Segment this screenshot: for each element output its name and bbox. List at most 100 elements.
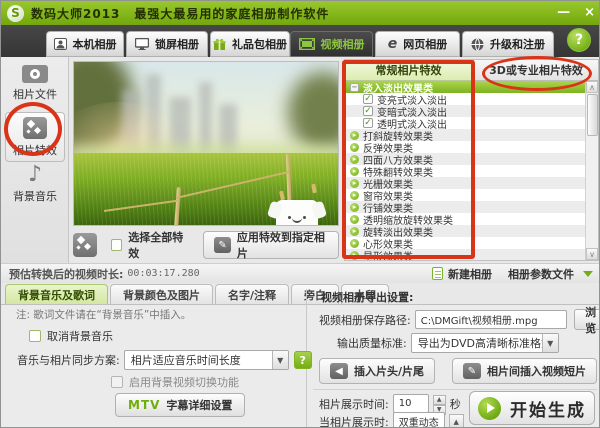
sidebar-item-photo-files[interactable]: 相片文件 [5, 65, 65, 102]
sync-scheme-select[interactable]: 相片适应音乐时间长度 ▼ [124, 350, 289, 370]
tab-bgm-lyrics[interactable]: 背景音乐及歌词 [5, 284, 108, 305]
quality-row: 输出质量标准: 导出为DVD高清晰标准格式 ▼ [319, 333, 559, 353]
scrollbar-thumb[interactable] [587, 94, 598, 136]
tab-regular-effects[interactable]: 常规相片特效 [344, 59, 473, 81]
sparkle-button[interactable] [73, 233, 97, 257]
tab-upgrade-register[interactable]: 升级和注册 [462, 31, 554, 57]
sidebar-item-background-music[interactable]: ♪ 背景音乐 [5, 165, 65, 204]
close-button[interactable]: × [584, 3, 595, 23]
pencil-icon: ✎ [463, 363, 481, 379]
select-all-effects-checkbox[interactable] [111, 239, 122, 251]
new-document-icon [432, 267, 443, 280]
save-path-input[interactable]: C:\DMGift\视频相册.mpg [415, 310, 567, 329]
new-album-button[interactable]: 新建相册 [432, 266, 492, 282]
tree-bokeh-right [288, 72, 339, 152]
display-time-input[interactable]: 10 [393, 394, 429, 413]
tab-label: 锁屏相册 [155, 36, 199, 52]
photo-person-icon [54, 38, 67, 50]
pencil-icon: ✎ [214, 237, 231, 253]
sync-help-button[interactable]: ? [294, 351, 312, 369]
display-time-row: 相片展示时间: 10 ▲ ▼ 秒 [319, 394, 461, 413]
tab-local-album[interactable]: 本机相册 [46, 31, 124, 57]
play-icon [478, 397, 501, 420]
select-all-effects-label: 选择全部特效 [128, 229, 189, 261]
mtv-badge: MTV [128, 398, 160, 412]
gift-icon [213, 38, 226, 50]
expand-icon[interactable]: ▸ [350, 191, 359, 200]
display-time-stepper[interactable]: ▲ ▼ [433, 395, 446, 412]
sync-label: 音乐与相片同步方案: [17, 352, 120, 368]
display-time-label: 相片展示时间: [319, 396, 389, 412]
expand-icon[interactable]: ▸ [350, 203, 359, 212]
chevron-up-icon[interactable]: ▲ [449, 414, 464, 428]
start-generate-button[interactable]: 开始生成 [469, 391, 595, 425]
effects-list: −淡入淡出效果类 ✓变亮式淡入淡出 ✓变暗式淡入淡出 ✓透明式淡入淡出 ▸打斜旋… [344, 81, 599, 261]
browse-button[interactable]: 浏览 [574, 309, 600, 330]
tab-gift-album[interactable]: 礼品包相册 [210, 31, 290, 57]
chevron-down-icon[interactable]: ▼ [542, 334, 558, 352]
mtv-subtitle-settings-button[interactable]: MTV 字幕详细设置 [115, 393, 245, 417]
insert-video-clip-button[interactable]: ✎ 相片间插入视频短片 [452, 358, 597, 384]
chevron-down-icon[interactable]: ▼ [272, 351, 288, 369]
help-button[interactable]: ? [567, 28, 591, 52]
apply-effects-label: 应用特效到指定相片 [237, 229, 328, 261]
expand-icon[interactable]: ▸ [350, 215, 359, 224]
shirt-face-eye [288, 216, 291, 219]
expand-icon[interactable]: ▸ [350, 167, 359, 176]
effect-category-row[interactable]: ▸星形效果类 [345, 249, 598, 261]
sidebar-item-label: 背景音乐 [5, 188, 65, 204]
expand-icon[interactable]: ▸ [350, 239, 359, 248]
effect-checkbox[interactable]: ✓ [363, 94, 373, 104]
tab-label: 升级和注册 [490, 36, 545, 52]
minimize-button[interactable]: — [557, 3, 570, 23]
expand-icon[interactable]: ▸ [350, 251, 359, 260]
sidebar-item-label: 相片特效 [6, 142, 64, 158]
camera-icon [22, 65, 48, 83]
current-display-row: 当相片展示时: 双重动态 ▲ [319, 412, 464, 428]
expand-icon[interactable]: ▸ [350, 155, 359, 164]
tab-3d-pro-effects[interactable]: 3D或专业相片特效 [473, 59, 599, 81]
monitor-icon [135, 38, 149, 50]
effect-checkbox[interactable]: ✓ [363, 106, 373, 116]
dropdown-arrow-icon [583, 271, 593, 277]
sidebar-item-photo-effects[interactable]: 相片特效 [5, 112, 65, 162]
expand-icon[interactable]: ▸ [350, 227, 359, 236]
apply-effects-button[interactable]: ✎ 应用特效到指定相片 [203, 231, 339, 259]
tab-web-album[interactable]: e 网页相册 [375, 31, 460, 57]
cancel-bgm-label: 取消背景音乐 [47, 328, 113, 344]
app-slogan: 最强大最易用的家庭相册制作软件 [134, 7, 329, 21]
album-params-button[interactable]: 相册参数文件 [508, 266, 593, 282]
tab-video-album[interactable]: 视频相册 [290, 31, 373, 57]
effects-scrollbar[interactable]: ∧ ∨ [585, 81, 598, 260]
globe-icon [471, 38, 484, 51]
app-title: 数码大师2013最强大最易用的家庭相册制作软件 [31, 5, 329, 22]
spin-up-icon[interactable]: ▲ [433, 395, 446, 405]
expand-icon[interactable]: ▸ [350, 131, 359, 140]
expand-icon[interactable]: ▸ [350, 143, 359, 152]
tab-label: 本机相册 [73, 36, 117, 52]
seconds-label: 秒 [450, 396, 461, 412]
cancel-bgm-checkbox[interactable] [29, 330, 41, 342]
save-path-label: 视频相册保存路径: [319, 312, 411, 328]
insert-intro-outro-button[interactable]: ◀ 插入片头/片尾 [319, 358, 435, 384]
tab-lockscreen-album[interactable]: 锁屏相册 [126, 31, 208, 57]
quality-label: 输出质量标准: [337, 335, 407, 351]
shirt-face-smile [292, 217, 302, 223]
enable-bg-video-checkbox[interactable] [111, 376, 123, 388]
shirt-face-eye [303, 216, 306, 219]
expand-icon[interactable]: ▸ [350, 179, 359, 188]
ie-logo-icon: e [388, 36, 398, 52]
effect-checkbox[interactable]: ✓ [363, 118, 373, 128]
quality-select[interactable]: 导出为DVD高清晰标准格式 ▼ [411, 333, 559, 353]
sparkle-effects-icon [23, 117, 47, 139]
scroll-down-icon[interactable]: ∨ [586, 248, 598, 260]
film-icon [299, 38, 315, 50]
duration-label: 预估转换后的视频时长: [9, 266, 123, 282]
panel-hr [313, 389, 597, 390]
tab-label: 网页相册 [403, 36, 447, 52]
current-display-select[interactable]: 双重动态 [393, 412, 445, 428]
collapse-icon[interactable]: − [350, 83, 359, 92]
tab-bg-color-image[interactable]: 背景颜色及图片 [110, 284, 213, 305]
scroll-up-icon[interactable]: ∧ [586, 81, 598, 93]
tab-name-caption[interactable]: 名字/注释 [215, 284, 289, 305]
